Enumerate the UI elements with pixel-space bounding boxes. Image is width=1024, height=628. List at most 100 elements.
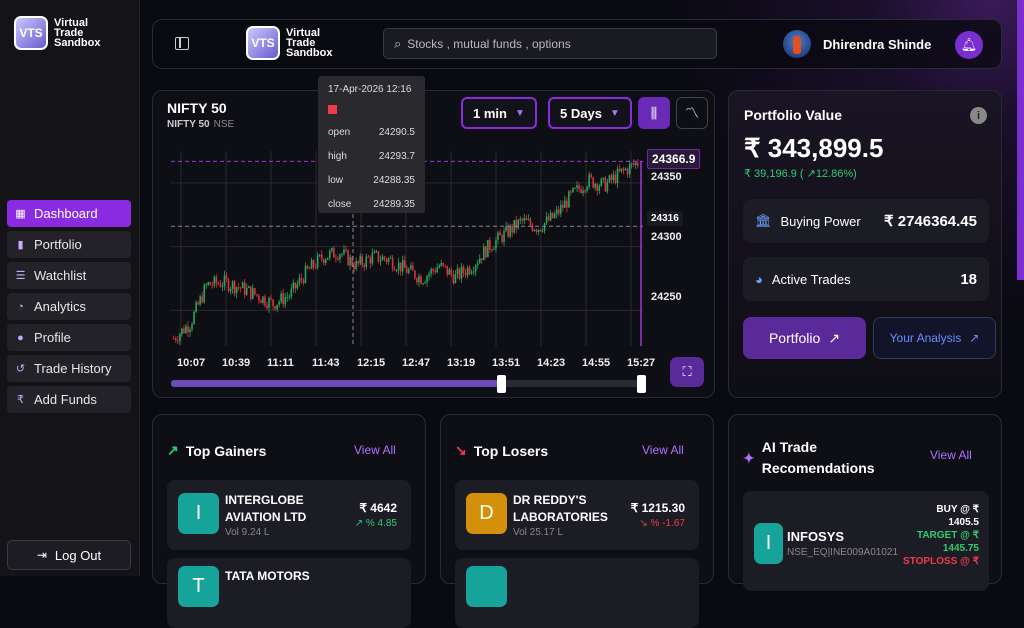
candle xyxy=(559,204,562,214)
candle xyxy=(515,220,518,229)
candlestick-chart-button[interactable]: ⫼ xyxy=(638,97,670,129)
candle xyxy=(397,262,400,271)
stock-name: TATA MOTORS xyxy=(225,569,310,583)
logo-mark: VTS xyxy=(246,26,280,60)
notification-bell-icon[interactable]: 🔔︎ xyxy=(955,31,983,59)
candle xyxy=(485,246,487,258)
candle xyxy=(241,282,244,289)
candle xyxy=(576,185,578,188)
bar-chart-icon: ▮ xyxy=(17,239,24,251)
ai-header: ✦ AI Trade Recomendations xyxy=(743,437,875,479)
gainer-item[interactable]: T TATA MOTORS xyxy=(167,558,411,628)
candle xyxy=(474,265,477,272)
portfolio-button[interactable]: Portfolio ↗ xyxy=(743,317,866,359)
candle xyxy=(580,189,582,193)
candle xyxy=(302,279,305,283)
sidebar-item-portfolio[interactable]: ▮ Portfolio xyxy=(7,231,131,258)
fullscreen-icon: ⛶ xyxy=(682,364,692,379)
losers-view-all-link[interactable]: View All xyxy=(642,443,684,457)
sidebar-toggle-icon[interactable] xyxy=(175,37,189,50)
tooltip-close: 24289.35 xyxy=(373,199,415,210)
sidebar-item-add-funds[interactable]: ₹ Add Funds xyxy=(7,386,131,413)
candle xyxy=(229,288,232,292)
tooltip-low-label: low xyxy=(328,175,344,186)
sidebar-item-profile[interactable]: ● Profile xyxy=(7,324,131,351)
search-icon: ⌕ xyxy=(394,35,402,51)
sidebar-item-trade-history[interactable]: ↺ Trade History xyxy=(7,355,131,382)
candle xyxy=(343,249,345,254)
candle xyxy=(448,269,451,275)
candle xyxy=(215,276,218,284)
candle xyxy=(430,269,432,274)
slider-handle-right[interactable] xyxy=(637,375,646,393)
candle xyxy=(349,257,351,266)
candle xyxy=(243,282,246,295)
slider-handle-left[interactable] xyxy=(497,375,507,393)
chevron-down-icon: ▼ xyxy=(514,107,525,119)
candle xyxy=(341,253,343,255)
candle xyxy=(335,257,337,259)
gainers-view-all-link[interactable]: View All xyxy=(354,443,396,457)
range-dropdown[interactable]: 5 Days ▼ xyxy=(548,97,632,129)
scrollbar-thumb[interactable] xyxy=(1017,0,1024,280)
user-profile[interactable]: Dhirendra Shinde xyxy=(783,30,931,58)
loser-item[interactable] xyxy=(455,558,699,628)
sparkle-icon: ✦ xyxy=(743,449,755,466)
your-analysis-button[interactable]: Your Analysis ↗ xyxy=(873,317,996,359)
candle xyxy=(566,200,568,208)
candle xyxy=(329,250,331,258)
sidebar-nav: ▦ Dashboard ▮ Portfolio ☰ Watchlist ◔ Analyt… xyxy=(7,200,131,417)
sidebar-item-dashboard[interactable]: ▦ Dashboard xyxy=(7,200,131,227)
header-logo[interactable]: VTS Virtual Trade Sandbox xyxy=(246,26,332,60)
candle xyxy=(410,265,412,270)
buy-label: BUY @ ₹ xyxy=(936,504,979,515)
candle xyxy=(379,260,382,262)
logo-line: Sandbox xyxy=(54,37,101,49)
interval-dropdown[interactable]: 1 min ▼ xyxy=(461,97,537,129)
time-range-slider[interactable] xyxy=(171,375,646,393)
candle xyxy=(278,301,280,305)
candle xyxy=(355,261,357,270)
candle xyxy=(578,185,580,190)
sidebar-item-analytics[interactable]: ◔ Analytics xyxy=(7,293,131,320)
candle xyxy=(383,256,386,260)
candle xyxy=(296,283,299,289)
line-chart-button[interactable]: 〽 xyxy=(676,97,708,129)
user-name: Dhirendra Shinde xyxy=(823,36,932,52)
ai-recommendation-item[interactable]: I INFOSYS NSE_EQ|INE009A01021 BUY @ ₹ 14… xyxy=(743,491,989,591)
candle xyxy=(262,296,264,303)
app-logo[interactable]: VTS Virtual Trade Sandbox xyxy=(14,16,100,50)
stock-change: ↘ % -1.67 xyxy=(639,518,685,529)
stock-change-value: % -1.67 xyxy=(650,518,685,529)
candle xyxy=(369,257,372,264)
candle xyxy=(549,212,552,221)
candle xyxy=(444,265,447,267)
user-icon: ● xyxy=(17,331,24,344)
buy-value: 1405.5 xyxy=(948,517,979,528)
candle xyxy=(442,263,445,266)
candle xyxy=(272,299,274,307)
gainers-header: ↗ Top Gainers xyxy=(167,442,266,459)
candle xyxy=(181,328,183,335)
candle xyxy=(345,249,347,251)
info-icon[interactable]: i xyxy=(970,107,987,124)
logout-button[interactable]: ⇥ Log Out xyxy=(7,540,131,570)
ai-view-all-link[interactable]: View All xyxy=(930,448,972,462)
candle xyxy=(458,268,461,279)
candle xyxy=(438,265,441,268)
fullscreen-button[interactable]: ⛶ xyxy=(670,357,704,387)
candle xyxy=(367,256,370,258)
candle xyxy=(201,296,203,303)
sidebar-item-watchlist[interactable]: ☰ Watchlist xyxy=(7,262,131,289)
candle xyxy=(476,263,479,266)
search-input[interactable]: ⌕ Stocks , mutual funds , options xyxy=(383,28,717,59)
candle xyxy=(555,209,558,215)
candle xyxy=(353,265,355,270)
candle xyxy=(454,274,457,284)
candle xyxy=(233,281,236,294)
candle xyxy=(235,287,238,294)
gainer-item[interactable]: I INTERGLOBE AVIATION LTD Vol 9.24 L ₹ 4… xyxy=(167,480,411,550)
candle xyxy=(254,288,256,295)
loser-item[interactable]: D DR REDDY'S LABORATORIES Vol 25.17 L ₹ … xyxy=(455,480,699,550)
candle xyxy=(468,267,471,274)
